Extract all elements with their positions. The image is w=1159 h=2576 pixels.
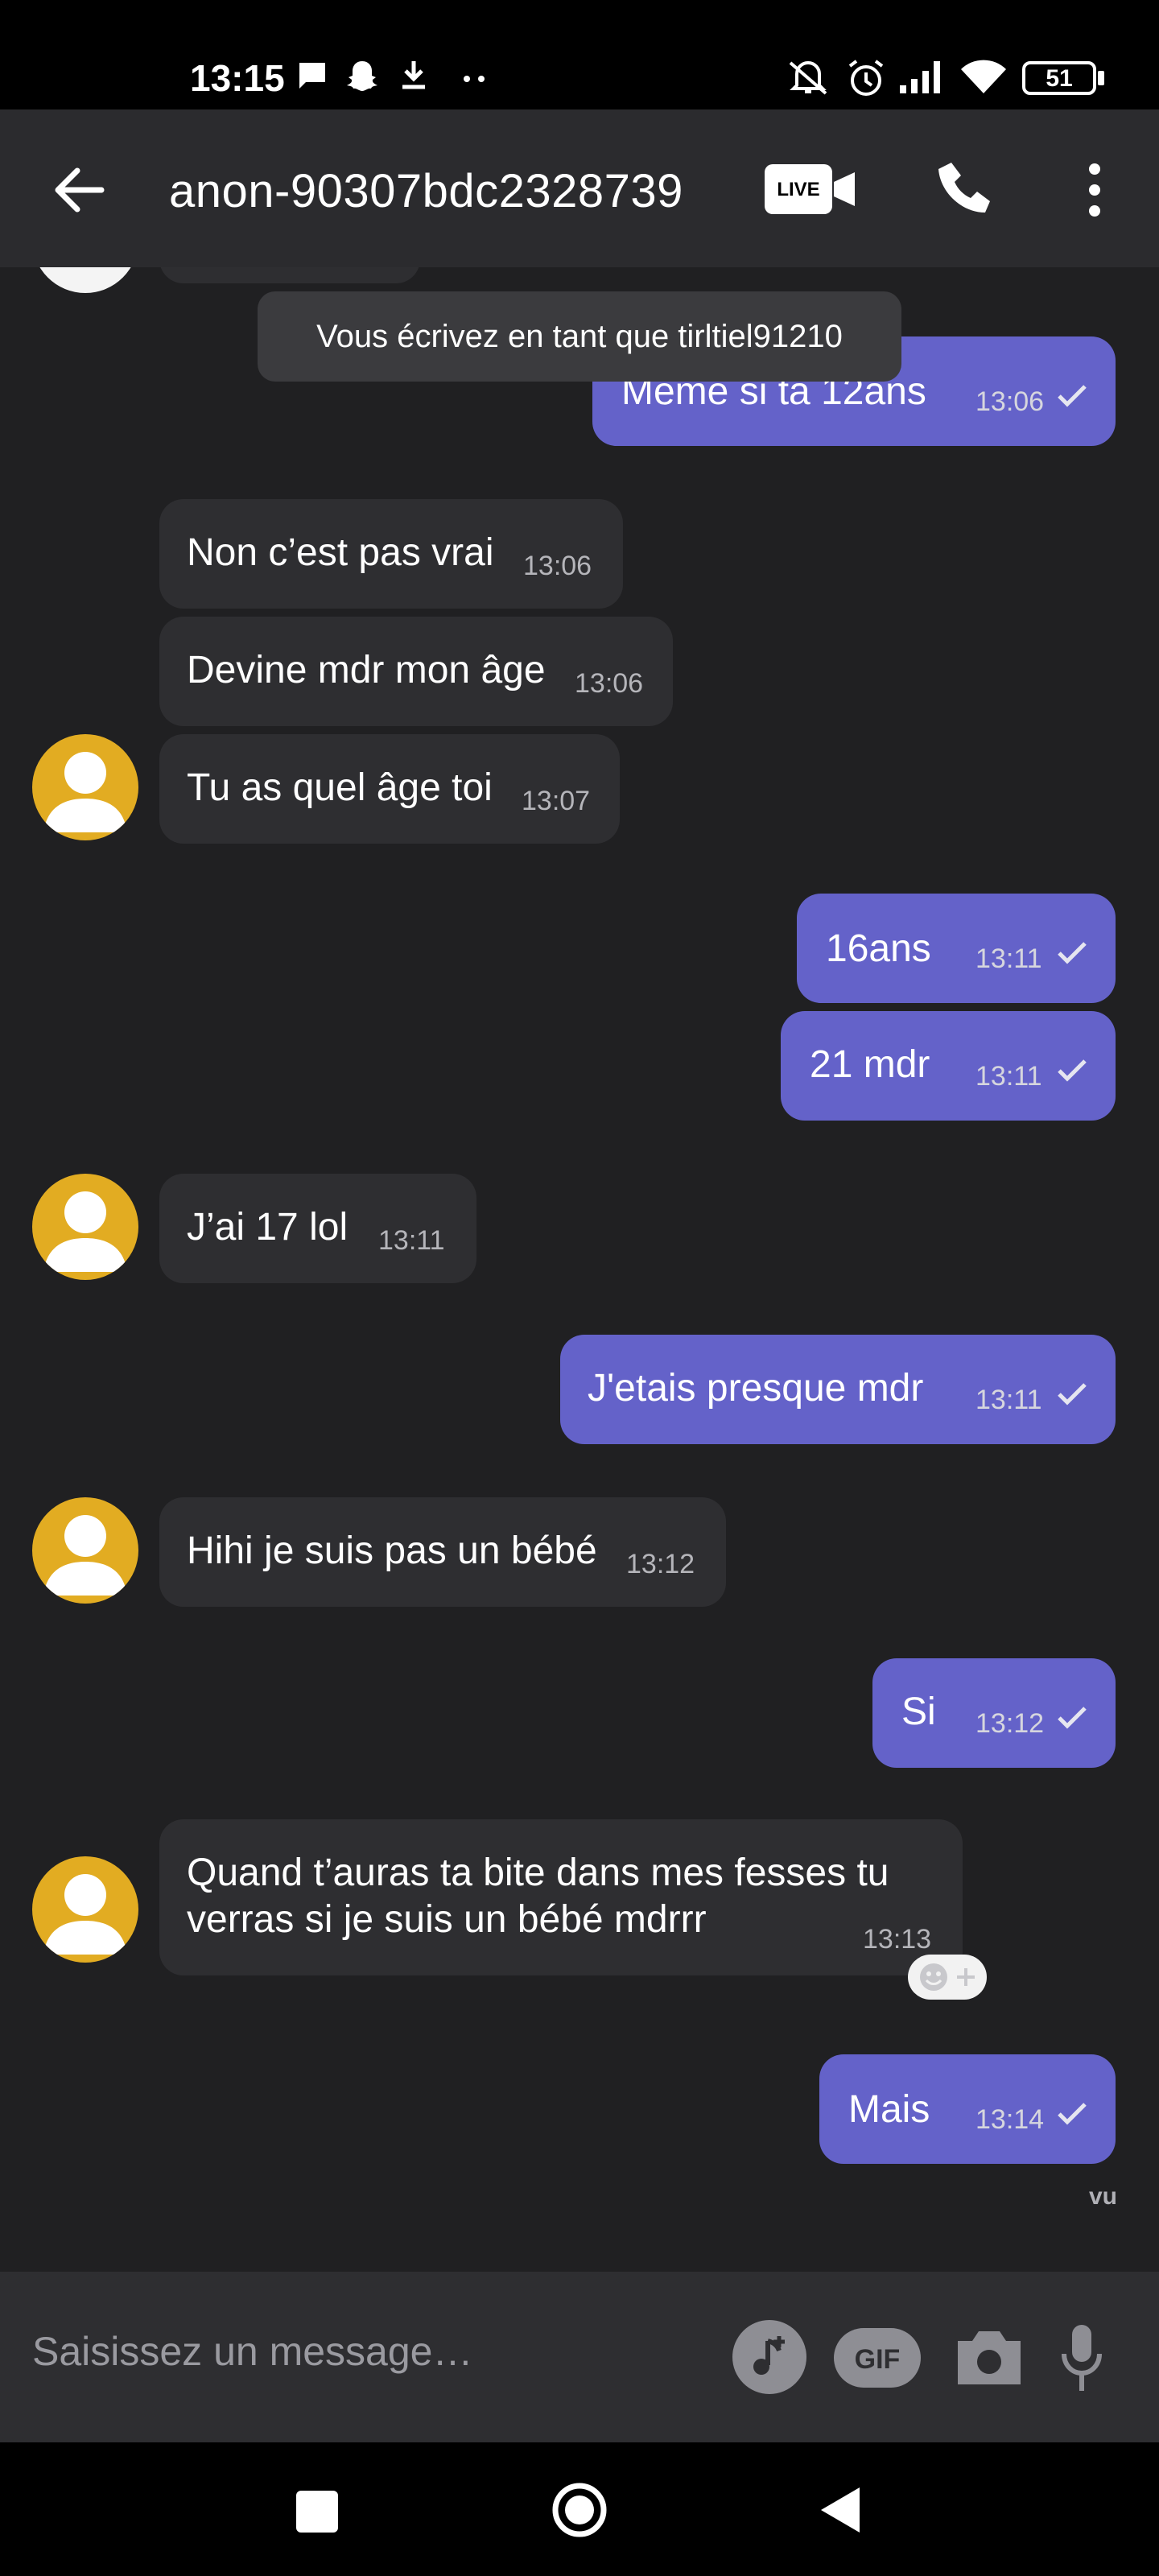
- check-icon: [1058, 2103, 1087, 2125]
- gif-button[interactable]: GIF: [834, 2328, 921, 2388]
- alarm-icon: [848, 60, 884, 96]
- message-bubble-outgoing[interactable]: Si 13:12: [872, 1658, 1116, 1768]
- message-bubble-incoming[interactable]: Non c’est pas vrai 13:06: [159, 499, 623, 609]
- message-icon: [299, 63, 325, 89]
- avatar-partial: [32, 267, 138, 293]
- emoji-icon: [920, 1963, 947, 1991]
- message-input[interactable]: Saisissez un message…: [32, 2328, 472, 2375]
- home-button[interactable]: [551, 2481, 608, 2539]
- message-bubble-incoming[interactable]: Tu as quel âge toi 13:07: [159, 734, 620, 844]
- signal-icon: [900, 61, 940, 93]
- message-time: 13:12: [626, 1549, 695, 1579]
- user-avatar-icon: [43, 752, 127, 832]
- music-button[interactable]: [732, 2320, 806, 2394]
- more-dots-icon: [464, 76, 485, 82]
- message-time: 13:11: [378, 1225, 445, 1256]
- message-text: Devine mdr mon âge: [187, 649, 546, 691]
- message-time: 13:06: [575, 668, 644, 699]
- message-time: 13:11: [975, 943, 1042, 974]
- message-bubble-outgoing[interactable]: Mais 13:14: [819, 2054, 1116, 2164]
- message-list[interactable]: Même si ta 12ans 13:06 Vous écrivez en t…: [0, 267, 1159, 2272]
- phone-icon[interactable]: [934, 158, 998, 222]
- avatar[interactable]: [32, 734, 138, 840]
- camera-icon[interactable]: [953, 2325, 1025, 2389]
- user-avatar-icon: [43, 1515, 127, 1596]
- message-bubble-incoming[interactable]: Quand t’auras ta bite dans mes fesses tu…: [159, 1819, 963, 1975]
- toast-message: Vous écrivez en tant que tirltiel91210: [258, 291, 901, 382]
- status-bar: 13:15 51: [0, 0, 1159, 109]
- message-text: Mais: [848, 2088, 930, 2131]
- status-time: 13:15: [190, 57, 285, 99]
- check-icon: [1058, 1707, 1087, 1729]
- system-nav-bar: [0, 2442, 1159, 2576]
- message-text: Hihi je suis pas un bébé: [187, 1530, 597, 1572]
- message-text: 16ans: [826, 927, 931, 970]
- snapchat-icon: [347, 61, 377, 91]
- message-time: 13:12: [975, 1708, 1045, 1739]
- message-text: J’ai 17 lol: [187, 1206, 349, 1249]
- message-time: 13:11: [975, 1061, 1042, 1092]
- message-text-line-2: verras si je suis un bébé mdrrr: [187, 1898, 707, 1941]
- check-icon: [1058, 1383, 1087, 1406]
- message-time: 13:06: [975, 386, 1045, 417]
- message-bubble-partial: [159, 267, 420, 283]
- message-time: 13:07: [522, 786, 591, 816]
- message-text: Si: [901, 1690, 936, 1733]
- message-bubble-outgoing[interactable]: 21 mdr 13:11: [781, 1011, 1116, 1121]
- download-icon: [402, 61, 425, 89]
- recents-button[interactable]: [296, 2491, 338, 2533]
- live-video-button[interactable]: LIVE: [765, 161, 858, 217]
- live-label: LIVE: [777, 179, 820, 200]
- message-text-line-1: Quand t’auras ta bite dans mes fesses tu: [187, 1852, 889, 1894]
- wifi-icon: [961, 60, 1006, 93]
- message-bubble-incoming[interactable]: Devine mdr mon âge 13:06: [159, 617, 673, 726]
- message-text: Tu as quel âge toi: [187, 766, 493, 809]
- user-avatar-icon: [43, 1874, 127, 1955]
- avatar[interactable]: [32, 1856, 138, 1963]
- live-badge: LIVE: [765, 164, 832, 214]
- mute-icon: [789, 61, 827, 95]
- toast-text: Vous écrivez en tant que tirltiel91210: [316, 318, 843, 354]
- more-options-icon[interactable]: [1070, 158, 1119, 222]
- battery-tip: [1098, 71, 1104, 85]
- seen-indicator: vu: [1088, 2183, 1117, 2210]
- check-icon: [1058, 385, 1087, 407]
- plus-icon: [957, 1968, 975, 1986]
- battery-level: 51: [1046, 65, 1073, 92]
- message-text: Non c’est pas vrai: [187, 531, 494, 574]
- add-reaction-button[interactable]: [908, 1955, 987, 2000]
- user-avatar-icon: [43, 1191, 127, 1272]
- video-camera-icon: [834, 172, 855, 206]
- message-time: 13:06: [523, 551, 592, 581]
- music-note-icon: [753, 2336, 785, 2375]
- gif-label: GIF: [854, 2344, 901, 2375]
- battery-icon: 51: [1022, 61, 1096, 95]
- message-composer: Saisissez un message… GIF: [0, 2272, 1159, 2442]
- avatar[interactable]: [32, 1174, 138, 1280]
- back-nav-button[interactable]: [818, 2484, 863, 2536]
- chat-header: anon-90307bdc2328739 LIVE: [0, 109, 1159, 267]
- contact-title: anon-90307bdc2328739: [169, 165, 683, 217]
- message-bubble-incoming[interactable]: J’ai 17 lol 13:11: [159, 1174, 476, 1283]
- check-icon: [1058, 1059, 1087, 1082]
- message-time: 13:11: [975, 1385, 1042, 1415]
- microphone-icon[interactable]: [1061, 2322, 1103, 2396]
- message-text: 21 mdr: [810, 1043, 930, 1086]
- check-icon: [1058, 942, 1087, 964]
- message-bubble-outgoing[interactable]: J'etais presque mdr 13:11: [560, 1335, 1116, 1444]
- message-time: 13:14: [975, 2104, 1045, 2135]
- message-bubble-outgoing[interactable]: 16ans 13:11: [797, 894, 1116, 1003]
- avatar[interactable]: [32, 1497, 138, 1604]
- message-text: J'etais presque mdr: [588, 1367, 924, 1410]
- back-arrow-icon[interactable]: [48, 159, 109, 221]
- message-bubble-incoming[interactable]: Hihi je suis pas un bébé 13:12: [159, 1497, 726, 1607]
